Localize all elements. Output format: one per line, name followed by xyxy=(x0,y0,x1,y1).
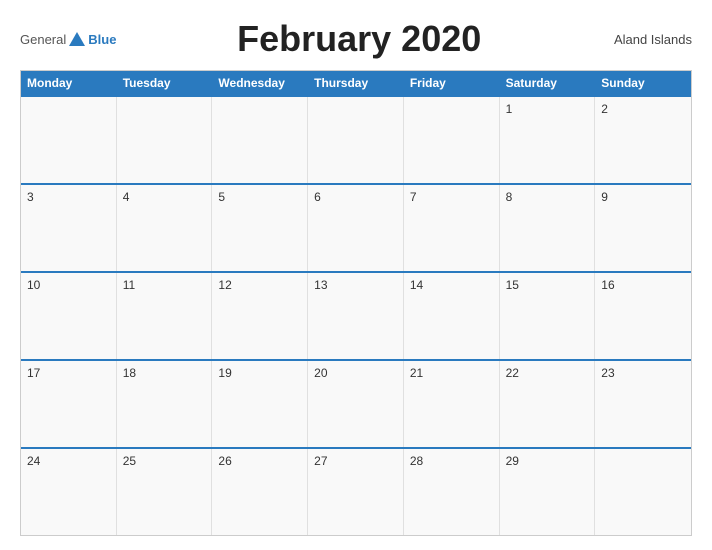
calendar-cell: 27 xyxy=(308,449,404,535)
header-day-monday: Monday xyxy=(21,71,117,95)
day-number: 16 xyxy=(601,278,614,292)
calendar-cell: 18 xyxy=(117,361,213,447)
calendar-cell: 10 xyxy=(21,273,117,359)
calendar-cell: 25 xyxy=(117,449,213,535)
page-header: General Blue February 2020 Aland Islands xyxy=(20,18,692,60)
day-number: 26 xyxy=(218,454,231,468)
logo-blue: Blue xyxy=(88,32,116,47)
calendar-header: MondayTuesdayWednesdayThursdayFridaySatu… xyxy=(21,71,691,95)
page-title: February 2020 xyxy=(116,18,602,60)
calendar-cell xyxy=(21,97,117,183)
calendar-cell: 5 xyxy=(212,185,308,271)
calendar-cell: 4 xyxy=(117,185,213,271)
header-day-saturday: Saturday xyxy=(500,71,596,95)
day-number: 2 xyxy=(601,102,608,116)
day-number: 13 xyxy=(314,278,327,292)
day-number: 17 xyxy=(27,366,40,380)
calendar-cell: 14 xyxy=(404,273,500,359)
day-number: 24 xyxy=(27,454,40,468)
calendar-cell: 3 xyxy=(21,185,117,271)
calendar-cell: 20 xyxy=(308,361,404,447)
day-number: 5 xyxy=(218,190,225,204)
header-day-thursday: Thursday xyxy=(308,71,404,95)
calendar-cell: 21 xyxy=(404,361,500,447)
header-day-wednesday: Wednesday xyxy=(212,71,308,95)
calendar-cell: 22 xyxy=(500,361,596,447)
day-number: 27 xyxy=(314,454,327,468)
calendar-cell: 23 xyxy=(595,361,691,447)
header-day-tuesday: Tuesday xyxy=(117,71,213,95)
day-number: 8 xyxy=(506,190,513,204)
day-number: 10 xyxy=(27,278,40,292)
calendar-cell: 15 xyxy=(500,273,596,359)
day-number: 14 xyxy=(410,278,423,292)
calendar-cell: 16 xyxy=(595,273,691,359)
calendar-cell: 29 xyxy=(500,449,596,535)
day-number: 20 xyxy=(314,366,327,380)
calendar-week-3: 10 11 12 13 14 15 16 xyxy=(21,271,691,359)
calendar-cell: 28 xyxy=(404,449,500,535)
day-number: 18 xyxy=(123,366,136,380)
day-number: 6 xyxy=(314,190,321,204)
calendar-cell xyxy=(404,97,500,183)
day-number: 23 xyxy=(601,366,614,380)
region-label: Aland Islands xyxy=(602,32,692,47)
day-number: 25 xyxy=(123,454,136,468)
calendar-week-5: 24 25 26 27 28 29 xyxy=(21,447,691,535)
calendar-cell: 8 xyxy=(500,185,596,271)
calendar-grid: MondayTuesdayWednesdayThursdayFridaySatu… xyxy=(20,70,692,536)
header-day-sunday: Sunday xyxy=(595,71,691,95)
day-number: 21 xyxy=(410,366,423,380)
calendar-cell: 26 xyxy=(212,449,308,535)
calendar-cell: 1 xyxy=(500,97,596,183)
day-number: 1 xyxy=(506,102,513,116)
header-day-friday: Friday xyxy=(404,71,500,95)
day-number: 12 xyxy=(218,278,231,292)
day-number: 4 xyxy=(123,190,130,204)
calendar-body: 1234567891011121314151617181920212223242… xyxy=(21,95,691,535)
calendar-cell: 9 xyxy=(595,185,691,271)
day-number: 29 xyxy=(506,454,519,468)
day-number: 7 xyxy=(410,190,417,204)
day-number: 28 xyxy=(410,454,423,468)
calendar-cell xyxy=(117,97,213,183)
day-number: 9 xyxy=(601,190,608,204)
calendar-cell: 11 xyxy=(117,273,213,359)
logo-general: General xyxy=(20,32,66,47)
calendar-cell xyxy=(212,97,308,183)
calendar-cell: 6 xyxy=(308,185,404,271)
calendar-week-1: 12 xyxy=(21,95,691,183)
calendar-cell xyxy=(308,97,404,183)
calendar-cell: 19 xyxy=(212,361,308,447)
calendar-page: General Blue February 2020 Aland Islands… xyxy=(0,0,712,550)
calendar-cell: 13 xyxy=(308,273,404,359)
day-number: 3 xyxy=(27,190,34,204)
calendar-cell: 2 xyxy=(595,97,691,183)
calendar-cell: 24 xyxy=(21,449,117,535)
day-number: 11 xyxy=(123,278,135,292)
calendar-week-2: 3 4 5 6 7 8 9 xyxy=(21,183,691,271)
day-number: 19 xyxy=(218,366,231,380)
calendar-cell xyxy=(595,449,691,535)
logo-triangle-icon xyxy=(69,32,85,46)
calendar-week-4: 17 18 19 20 21 22 23 xyxy=(21,359,691,447)
logo: General Blue xyxy=(20,32,116,47)
day-number: 22 xyxy=(506,366,519,380)
calendar-cell: 17 xyxy=(21,361,117,447)
day-number: 15 xyxy=(506,278,519,292)
calendar-cell: 12 xyxy=(212,273,308,359)
calendar-cell: 7 xyxy=(404,185,500,271)
